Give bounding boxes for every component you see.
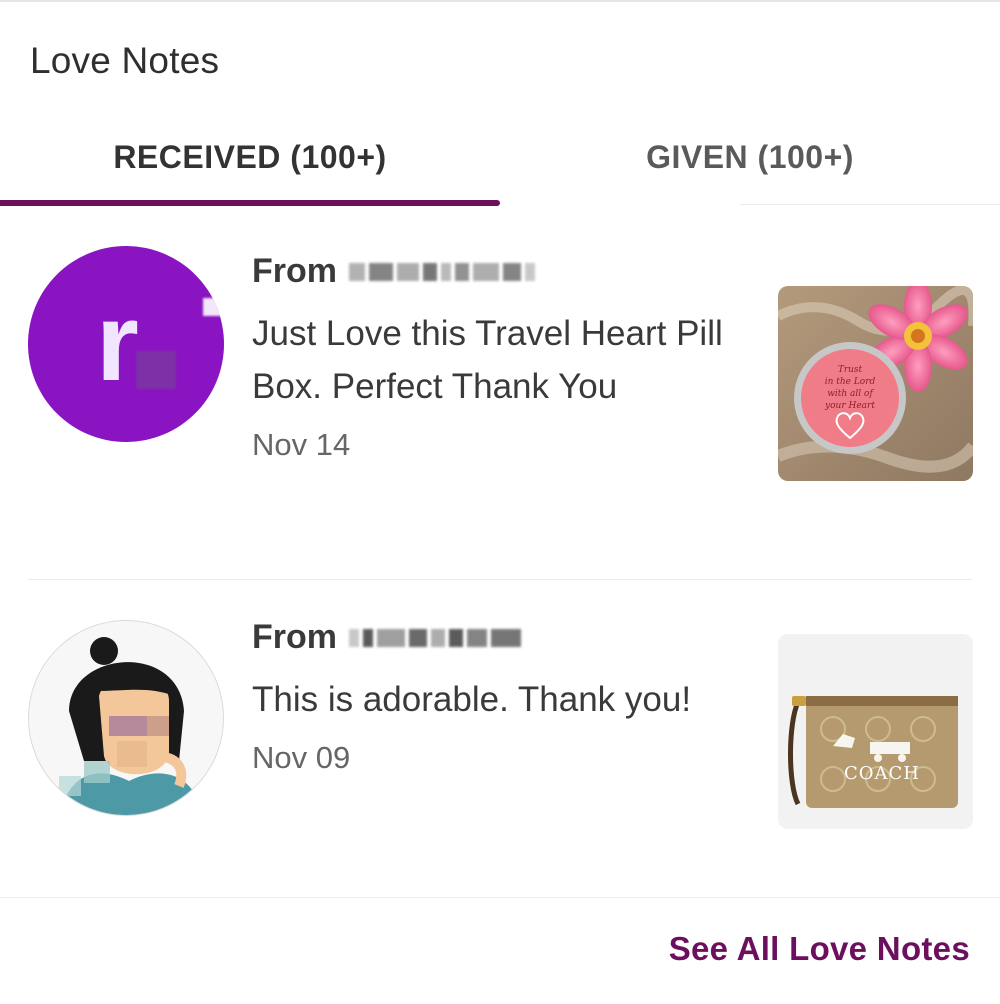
note-date: Nov 09: [252, 740, 351, 775]
product-engraving-line: your Heart: [824, 401, 875, 411]
from-line: From: [252, 618, 752, 657]
note-content: From This is adorable. Thank you! Nov 09: [252, 618, 752, 776]
redacted-username: [349, 621, 521, 655]
tab-given[interactable]: GIVEN (100+): [500, 112, 1000, 202]
redaction-block: [203, 298, 223, 316]
active-tab-indicator: [0, 200, 500, 206]
tab-bar: RECEIVED (100+) GIVEN (100+): [0, 112, 1000, 208]
note-content: From Just Love this Travel Heart Pill Bo…: [252, 252, 752, 463]
footer: See All Love Notes: [0, 897, 1000, 1004]
love-note-item[interactable]: From This is adorable. Thank you! Nov 09: [0, 612, 1000, 852]
from-label: From: [252, 252, 337, 290]
tab-received[interactable]: RECEIVED (100+): [0, 112, 500, 202]
product-engraving-line: with all of: [827, 389, 874, 399]
cartoon-avatar-image: [29, 621, 223, 815]
page-title: Love Notes: [30, 40, 220, 81]
avatar[interactable]: [28, 620, 224, 816]
heart-pill-box-image: Trust in the Lord with all of your Heart: [778, 286, 973, 481]
love-note-item[interactable]: r From Just Love this Travel Heart Pill …: [0, 242, 1000, 577]
note-message: This is adorable. Thank you!: [252, 680, 692, 719]
tab-divider: [740, 204, 1000, 205]
product-brand-label: COACH: [844, 763, 920, 784]
note-message: Just Love this Travel Heart Pill Box. Pe…: [252, 314, 723, 406]
redacted-username: [349, 255, 535, 289]
coach-wristlet-image: COACH: [778, 634, 973, 829]
note-date: Nov 14: [252, 427, 351, 462]
from-label: From: [252, 618, 337, 656]
note-divider: [28, 579, 972, 580]
product-thumbnail[interactable]: COACH: [778, 634, 973, 829]
product-engraving-line: in the Lord: [825, 377, 876, 387]
love-notes-page: Love Notes RECEIVED (100+) GIVEN (100+) …: [0, 0, 1000, 1004]
redaction-block: [136, 351, 176, 389]
see-all-love-notes-link[interactable]: See All Love Notes: [669, 930, 970, 968]
product-thumbnail[interactable]: Trust in the Lord with all of your Heart: [778, 286, 973, 481]
from-line: From: [252, 252, 752, 291]
avatar-letter: r: [96, 281, 139, 404]
avatar[interactable]: r: [28, 246, 224, 442]
product-engraving-line: Trust: [838, 365, 863, 375]
